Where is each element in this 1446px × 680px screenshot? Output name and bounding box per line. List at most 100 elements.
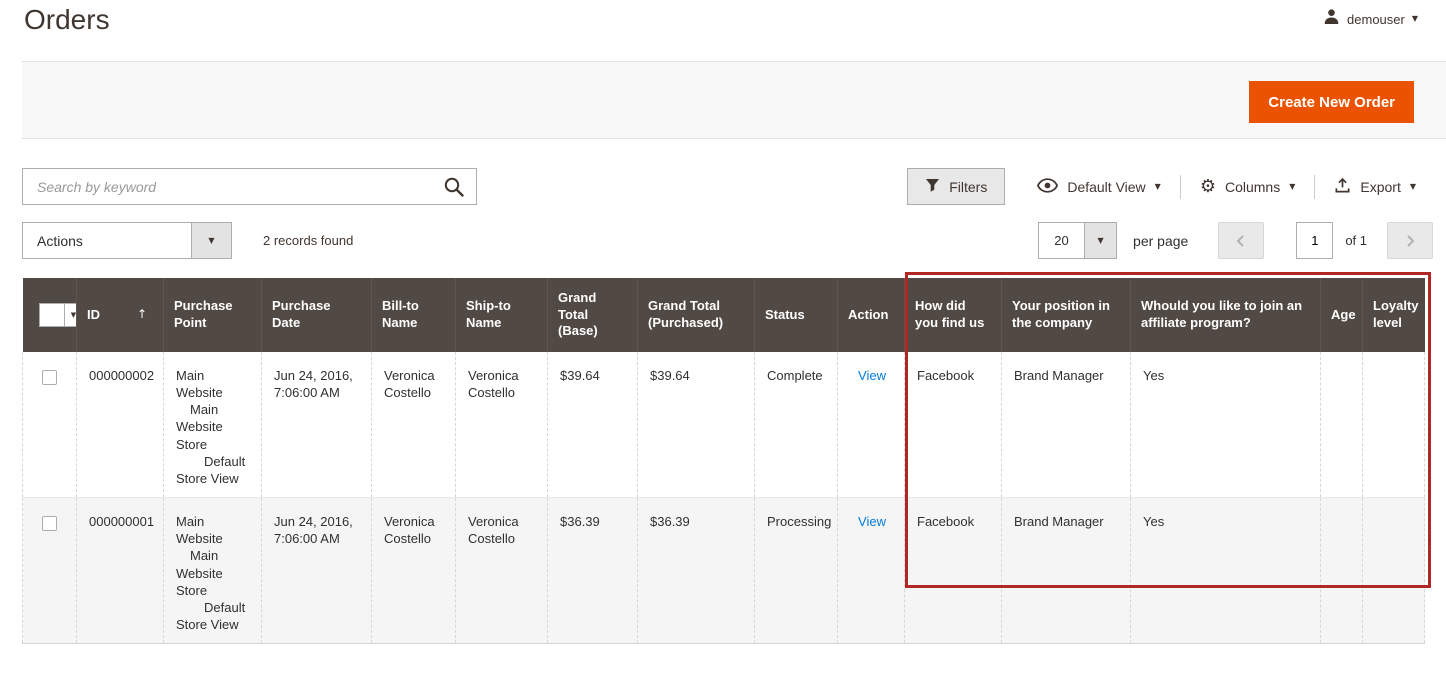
cell-action: View [838,498,905,644]
eye-icon [1037,178,1058,196]
cell-loyalty-level [1363,498,1425,644]
column-header-purchase-date[interactable]: Purchase Date [262,278,372,352]
select-all-control[interactable]: ▼ [39,303,84,327]
select-all-caret[interactable]: ▼ [64,304,83,326]
orders-page: Orders demouser ▼ Create New Order Filte… [0,0,1446,680]
cell-status: Processing [755,498,838,644]
toolbar-divider [1314,175,1315,199]
caret-down-icon: ▼ [1155,183,1161,191]
caret-down-icon: ▼ [1289,183,1295,191]
default-view-label: Default View [1067,179,1145,195]
cell-purchase-date: Jun 24, 2016, 7:06:00 AM [262,352,372,498]
cell-bill-to-name: Veronica Costello [372,498,456,644]
view-link[interactable]: View [858,514,886,529]
caret-down-icon: ▼ [71,312,76,319]
table-row: 000000002 Main WebsiteMain Website Store… [23,352,1425,498]
export-icon [1334,177,1351,197]
keyword-search [22,168,477,205]
cell-how-did-you-find-us: Facebook [905,352,1002,498]
records-found-text: 2 records found [263,222,353,259]
columns-dropdown[interactable]: ⚙ Columns ▼ [1200,168,1296,205]
export-dropdown[interactable]: Export ▼ [1334,168,1416,205]
admin-user-menu[interactable]: demouser ▼ [1323,8,1418,30]
column-header-loyalty-level[interactable]: Loyalty level [1363,278,1425,352]
cell-affiliate-program: Yes [1131,352,1321,498]
cell-bill-to-name: Veronica Costello [372,352,456,498]
cell-how-did-you-find-us: Facebook [905,498,1002,644]
cell-age [1321,498,1363,644]
per-page-select[interactable]: 20 ▼ [1038,222,1117,259]
actions-select-label: Actions [23,223,191,258]
page-number-input[interactable] [1296,222,1333,259]
cell-grand-total-base: $39.64 [548,352,638,498]
cell-loyalty-level [1363,352,1425,498]
view-link[interactable]: View [858,368,886,383]
cell-purchase-date: Jun 24, 2016, 7:06:00 AM [262,498,372,644]
user-icon [1323,8,1340,30]
per-page-value: 20 [1039,223,1084,258]
table-row: 000000001 Main WebsiteMain Website Store… [23,498,1425,644]
sort-ascending-icon: ↑ [137,307,147,323]
cell-purchase-point: Main WebsiteMain Website StoreDefault St… [164,498,262,644]
column-header-ship-to-name[interactable]: Ship-to Name [456,278,548,352]
export-label: Export [1360,179,1400,195]
column-header-purchase-point[interactable]: Purchase Point [164,278,262,352]
column-header-grand-total-base[interactable]: Grand Total (Base) [548,278,638,352]
cell-position-in-company: Brand Manager [1002,352,1131,498]
orders-grid: ▼ ID ↑ Purchase Point Purchase Date Bill… [22,278,1424,644]
toolbar-divider [1180,175,1181,199]
cell-grand-total-purchased: $39.64 [638,352,755,498]
column-header-action[interactable]: Action [838,278,905,352]
column-header-status[interactable]: Status [755,278,838,352]
filters-button[interactable]: Filters [907,168,1005,205]
column-header-id[interactable]: ID ↑ [77,278,164,352]
page-actions-band: Create New Order [22,61,1446,139]
column-header-position-in-company[interactable]: Your position in the company [1002,278,1131,352]
filter-funnel-icon [925,178,940,196]
cell-age [1321,352,1363,498]
per-page-caret[interactable]: ▼ [1084,223,1116,258]
gear-icon: ⚙ [1200,178,1216,196]
column-header-how-did-you-find-us[interactable]: How did you find us [905,278,1002,352]
create-new-order-button[interactable]: Create New Order [1249,81,1414,123]
next-page-button[interactable] [1387,222,1433,259]
select-all-header: ▼ [23,278,77,352]
mass-actions-select[interactable]: Actions ▼ [22,222,232,259]
column-header-bill-to-name[interactable]: Bill-to Name [372,278,456,352]
cell-position-in-company: Brand Manager [1002,498,1131,644]
search-icon[interactable] [443,176,465,198]
row-checkbox[interactable] [42,370,57,385]
cell-id: 000000001 [77,498,164,644]
cell-ship-to-name: Veronica Costello [456,498,548,644]
cell-status: Complete [755,352,838,498]
cell-purchase-point: Main WebsiteMain Website StoreDefault St… [164,352,262,498]
pagination-bar: 20 ▼ per page of 1 [1038,222,1433,259]
cell-select [23,498,77,644]
previous-page-button[interactable] [1218,222,1264,259]
username-label: demouser [1347,12,1405,27]
grid-toolbar: Filters Default View ▼ ⚙ Columns ▼ Expor… [907,168,1416,205]
caret-down-icon: ▼ [208,237,214,245]
search-input[interactable] [22,168,477,205]
cell-action: View [838,352,905,498]
actions-select-caret[interactable]: ▼ [191,223,231,258]
caret-down-icon: ▼ [1097,237,1103,245]
page-title: Orders [24,4,110,36]
caret-down-icon: ▼ [1410,183,1416,191]
per-page-label: per page [1133,233,1188,249]
columns-label: Columns [1225,179,1280,195]
cell-grand-total-base: $36.39 [548,498,638,644]
total-pages-label: of 1 [1345,233,1367,248]
caret-down-icon: ▼ [1412,15,1418,23]
row-checkbox[interactable] [42,516,57,531]
cell-select [23,352,77,498]
cell-id: 000000002 [77,352,164,498]
column-header-age[interactable]: Age [1321,278,1363,352]
filters-label: Filters [949,179,987,195]
select-all-checkbox[interactable] [40,304,64,326]
default-view-dropdown[interactable]: Default View ▼ [1037,168,1161,205]
column-header-affiliate-program[interactable]: Whould you like to join an affiliate pro… [1131,278,1321,352]
column-header-grand-total-purchased[interactable]: Grand Total (Purchased) [638,278,755,352]
cell-affiliate-program: Yes [1131,498,1321,644]
cell-ship-to-name: Veronica Costello [456,352,548,498]
